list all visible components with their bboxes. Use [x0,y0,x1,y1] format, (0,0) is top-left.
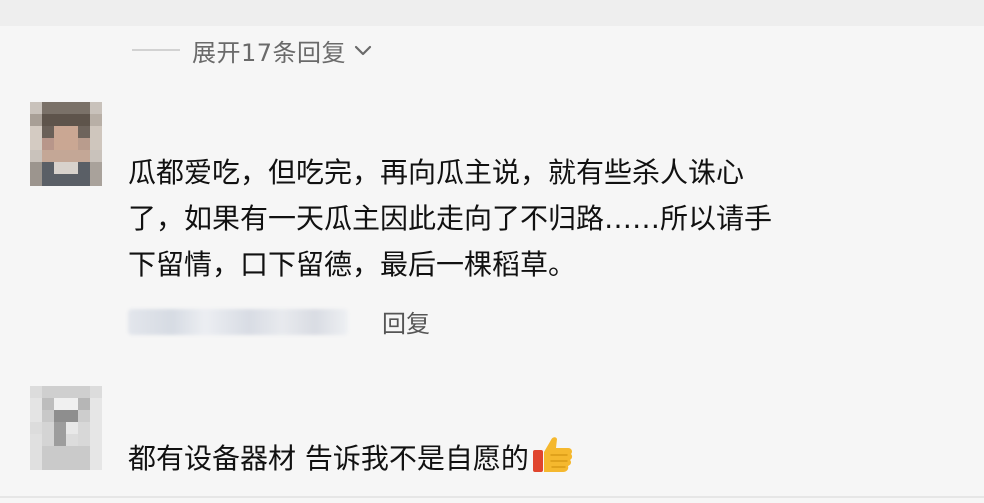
bottom-divider [0,496,984,498]
avatar-image [30,386,102,470]
comment-text: 瓜都爱吃，但吃完，再向瓜主说，就有些杀人诛心 了，如果有一天瓜主因此走向了不归路… [128,156,773,281]
comment-meta: 回复 [128,304,430,339]
divider-line [132,49,180,51]
reply-button[interactable]: 回复 [382,304,430,339]
comment-text-content: 都有设备器材 告诉我不是自愿的 [128,442,529,475]
chevron-down-icon [354,45,372,56]
comment-text: 都有设备器材 告诉我不是自愿的 [128,434,575,482]
avatar-image [30,102,102,186]
user-avatar[interactable] [30,386,102,470]
expand-replies-label: 展开17条回复 [192,38,347,67]
user-avatar[interactable] [30,102,102,186]
top-strip [0,0,984,26]
expand-replies-button[interactable]: 展开17条回复 [132,30,372,70]
thumbs-up-icon [532,437,572,472]
blurred-timestamp [128,308,348,335]
